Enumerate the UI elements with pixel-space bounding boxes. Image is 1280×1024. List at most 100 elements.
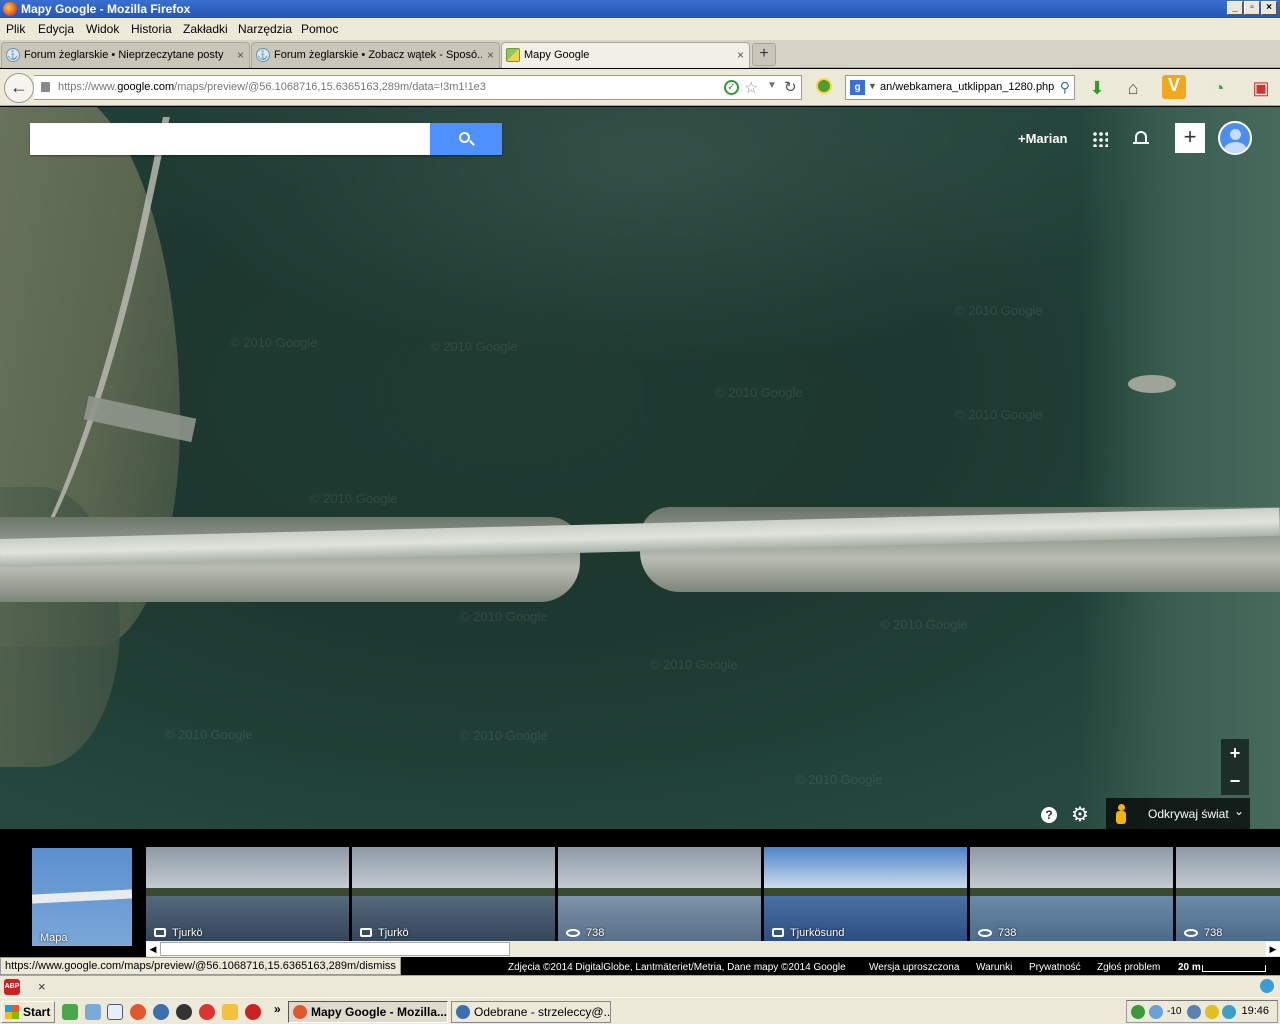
sync-addon-icon[interactable]: ◔ [1209,78,1229,98]
tray-icon[interactable] [1187,1005,1201,1019]
download-icon[interactable]: ⬇ [1087,78,1107,98]
filmstrip-scrollbar[interactable]: ◀ ▶ [146,941,1280,957]
tab-close-icon[interactable]: × [737,48,744,62]
search-icon[interactable]: ⚲ [1060,79,1070,96]
pegman-icon[interactable] [1116,804,1126,824]
quicklaunch-icon[interactable] [245,1004,261,1020]
privacy-link[interactable]: Prywatność [1029,962,1081,973]
reload-icon[interactable]: ↻ [784,78,797,96]
firefox-icon[interactable] [130,1004,146,1020]
quicklaunch-icon[interactable] [85,1004,101,1020]
map-thumbnail[interactable]: Mapa [32,848,132,946]
quicklaunch-icon[interactable] [62,1004,78,1020]
scale-label[interactable]: 20 m [1178,962,1201,973]
apps-grid-icon[interactable] [1092,131,1108,147]
shallows-right [1080,107,1280,829]
tab-close-icon[interactable]: × [237,48,244,62]
opera-icon[interactable] [199,1004,215,1020]
photo-thumbnail[interactable]: Tjurkösund [764,847,967,941]
firefox-icon [293,1005,307,1019]
menu-narzedzia[interactable]: Narzędzia [238,22,292,36]
zoom-in-button[interactable]: + [1221,739,1249,767]
back-button[interactable]: ← [4,73,34,103]
map-search-input[interactable] [30,123,430,155]
tab-forum-thread[interactable]: ⚓ Forum żeglarskie • Zobacz wątek - Spos… [251,42,500,68]
explore-world-label: Odkrywaj świat [1148,807,1229,821]
chat-icon[interactable] [176,1004,192,1020]
photo-thumbnail[interactable]: Tjurkö [146,847,349,941]
scroll-right-arrow-icon[interactable]: ▶ [1266,942,1280,956]
taskbar-button-mail[interactable]: Odebrane - strzeleccy@... [451,1001,611,1023]
menu-edycja[interactable]: Edycja [38,22,74,36]
folder-icon[interactable] [222,1004,238,1020]
simplified-version-link[interactable]: Wersja uproszczona [869,962,959,973]
minimize-button[interactable]: _ [1227,1,1243,15]
menu-historia[interactable]: Historia [131,22,172,36]
chevron-down-icon[interactable]: ⌄ [1234,804,1244,818]
system-tray: -10 19:46 [1126,1000,1278,1023]
engine-dropdown-icon[interactable]: ▼ [868,81,877,91]
photo-thumbnail[interactable]: Tjurkö [352,847,555,941]
restore-button[interactable]: ▫ [1244,1,1260,15]
tray-icon[interactable] [1222,1005,1236,1019]
tab-forum-unread[interactable]: ⚓ Forum żeglarskie • Nieprzeczytane post… [1,42,250,68]
scroll-left-arrow-icon[interactable]: ◀ [146,942,160,956]
watermark: © 2010 Google [715,385,803,400]
menu-pomoc[interactable]: Pomoc [301,22,338,36]
tray-icon[interactable] [1131,1005,1145,1019]
tray-icon[interactable] [1149,1005,1163,1019]
more-quicklaunch-chevron-icon[interactable]: » [274,1002,281,1016]
zoom-out-button[interactable]: − [1221,767,1249,795]
notifications-bell-icon[interactable] [1133,129,1149,147]
google-search-engine-icon[interactable]: g [850,80,865,95]
photo-thumbnail[interactable]: 738 [1176,847,1280,941]
addon-icon[interactable] [816,78,832,94]
watermark: © 2010 Google [165,727,253,742]
thunderbird-icon[interactable] [153,1004,169,1020]
navigation-toolbar: ← https://www.google.com/maps/preview/@5… [0,69,1280,106]
map-search-button[interactable] [430,123,502,155]
scale-ruler [1202,965,1266,972]
satellite-map[interactable]: © 2010 Google © 2010 Google © 2010 Googl… [0,107,1280,829]
tab-label: Forum żeglarskie • Nieprzeczytane posty [24,49,224,61]
bookmark-star-icon[interactable]: ☆ [744,78,758,98]
addon-bar: ABP × [0,975,1280,997]
taskbar-button-firefox[interactable]: Mapy Google - Mozilla... [288,1001,448,1023]
terms-link[interactable]: Warunki [976,962,1012,973]
check-icon[interactable]: ✓ [724,80,739,95]
menu-zakladki[interactable]: Zakładki [183,22,228,36]
close-window-button[interactable]: × [1261,1,1277,15]
clock[interactable]: 19:46 [1241,1005,1269,1017]
tray-icon[interactable] [1205,1005,1219,1019]
user-name-link[interactable]: +Marian [1018,131,1068,146]
settings-gear-icon[interactable]: ⚙ [1071,802,1089,827]
notepad-icon[interactable] [107,1004,123,1020]
close-addon-bar-icon[interactable]: × [38,979,46,994]
scrollbar-thumb[interactable] [160,942,510,956]
avatar[interactable] [1218,121,1252,155]
explore-world-bar[interactable]: Odkrywaj świat ⌄ [1106,798,1250,829]
new-tab-button[interactable]: + [752,43,776,66]
vivaldi-addon-icon[interactable]: V [1162,75,1186,99]
adblock-plus-icon[interactable]: ABP [4,979,20,995]
watermark: © 2010 Google [870,512,958,527]
history-dropdown-icon[interactable]: ▼ [767,80,777,91]
watermark: © 2010 Google [955,407,1043,422]
web-search-box[interactable]: g ▼ an/webkamera_utklippan_1280.php ⚲ [845,75,1075,100]
url-bar[interactable]: https://www.google.com/maps/preview/@56.… [34,75,802,100]
photo-thumbnail[interactable]: 738 [558,847,761,941]
addon-status-icon[interactable] [1260,979,1274,993]
home-icon[interactable]: ⌂ [1123,78,1143,98]
start-button[interactable]: Start [1,1001,55,1023]
map-footer: https://www.google.com/maps/preview/@56.… [0,957,1280,975]
tab-close-icon[interactable]: × [487,48,494,62]
menu-plik[interactable]: Plik [6,22,25,36]
report-problem-link[interactable]: Zgłoś problem [1097,962,1160,973]
puzzle-addon-icon[interactable]: ▣ [1251,78,1271,98]
tab-mapy-google[interactable]: Mapy Google × [501,42,750,68]
imagery-attribution: Zdjęcia ©2014 DigitalGlobe, Lantmäteriet… [508,962,846,973]
help-icon[interactable]: ? [1041,807,1057,823]
photo-thumbnail[interactable]: 738 [970,847,1173,941]
share-plus-button[interactable]: + [1175,123,1205,153]
menu-widok[interactable]: Widok [86,22,119,36]
